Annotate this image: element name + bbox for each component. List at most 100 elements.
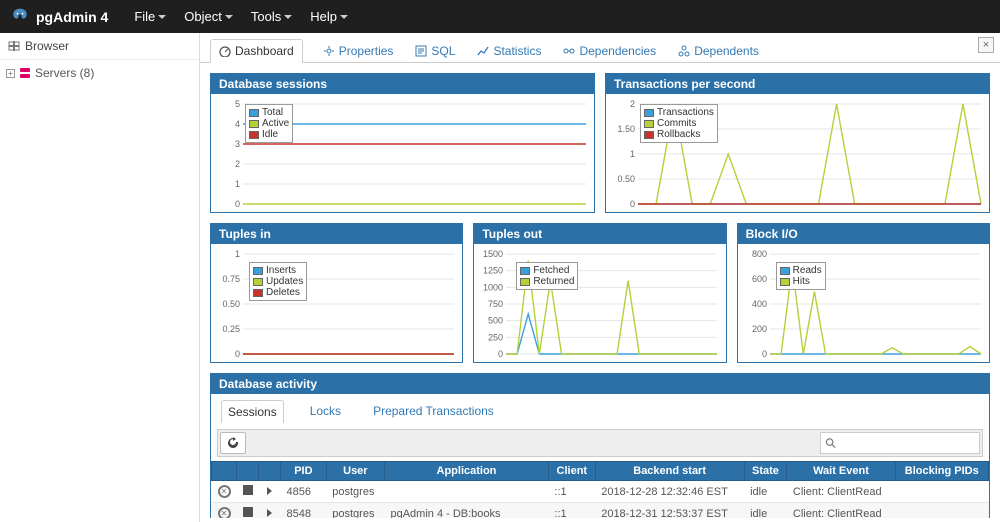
legend: Fetched Returned <box>516 262 578 290</box>
menu-object[interactable]: Object <box>184 9 233 24</box>
cell-state: idle <box>744 481 787 503</box>
dependents-icon <box>678 45 690 57</box>
menu-tools[interactable]: Tools <box>251 9 292 24</box>
cell-app <box>384 481 548 503</box>
svg-text:1: 1 <box>630 149 635 159</box>
tab-statistics[interactable]: Statistics <box>475 40 543 62</box>
dashboard-icon <box>219 45 231 57</box>
panel-title: Block I/O <box>738 224 989 244</box>
menu-file[interactable]: File <box>134 9 166 24</box>
chart-tuples-out: 0250500750100012501500 <box>478 248 721 358</box>
svg-text:0: 0 <box>498 349 503 358</box>
tree-node-servers[interactable]: + Servers (8) <box>6 64 193 82</box>
svg-text:5: 5 <box>235 99 240 109</box>
panel-sessions: Database sessions 012345 Total Active Id… <box>210 73 595 213</box>
col-header[interactable] <box>237 462 259 481</box>
subtab-prepared[interactable]: Prepared Transactions <box>367 400 500 423</box>
cancel-icon[interactable]: ✕ <box>218 507 231 518</box>
refresh-button[interactable] <box>220 432 246 454</box>
svg-text:400: 400 <box>752 299 767 309</box>
tree-node-label: Servers (8) <box>35 66 94 80</box>
terminate-icon[interactable] <box>243 485 253 495</box>
col-header[interactable]: PID <box>281 462 327 481</box>
table-row[interactable]: ✕ 4856 postgres ::1 2018-12-28 12:32:46 … <box>212 481 989 503</box>
panel-title: Tuples in <box>211 224 462 244</box>
cell-state: idle <box>744 503 787 519</box>
pgadmin-logo-icon <box>10 7 30 27</box>
tab-dashboard[interactable]: Dashboard <box>210 39 303 63</box>
svg-text:3: 3 <box>235 139 240 149</box>
search-box[interactable] <box>820 432 980 454</box>
cell-pid: 8548 <box>281 503 327 519</box>
expand-icon[interactable] <box>267 509 272 517</box>
close-panel-button[interactable]: × <box>978 37 994 53</box>
svg-text:2: 2 <box>630 99 635 109</box>
svg-text:0: 0 <box>235 349 240 358</box>
svg-text:200: 200 <box>752 324 767 334</box>
col-header[interactable] <box>212 462 237 481</box>
search-input[interactable] <box>836 437 975 449</box>
search-icon <box>825 437 836 449</box>
cell-user: postgres <box>326 481 384 503</box>
panel-tps: Transactions per second 00.5011.502 Tran… <box>605 73 990 213</box>
col-header[interactable]: User <box>326 462 384 481</box>
expand-icon[interactable] <box>267 487 272 495</box>
svg-text:250: 250 <box>488 332 503 342</box>
cell-start: 2018-12-28 12:32:46 EST <box>595 481 744 503</box>
menu-help[interactable]: Help <box>310 9 348 24</box>
legend: Inserts Updates Deletes <box>249 262 307 301</box>
cell-wait: Client: ClientRead <box>787 503 895 519</box>
cell-blocking <box>895 503 988 519</box>
tab-properties[interactable]: Properties <box>321 40 396 62</box>
col-header[interactable]: Backend start <box>595 462 744 481</box>
properties-icon <box>323 45 335 57</box>
svg-text:0.25: 0.25 <box>222 324 240 334</box>
tab-sql[interactable]: SQL <box>413 40 457 62</box>
sql-icon <box>415 45 427 57</box>
dependencies-icon <box>563 45 575 57</box>
refresh-icon <box>226 436 240 450</box>
svg-text:4: 4 <box>235 119 240 129</box>
tab-dependents[interactable]: Dependents <box>676 40 761 62</box>
main-menu: File Object Tools Help <box>134 9 348 24</box>
col-header[interactable]: State <box>744 462 787 481</box>
chevron-down-icon <box>158 15 166 19</box>
panel-tuples-in: Tuples in 00.250.500.751 Inserts Updates… <box>210 223 463 363</box>
terminate-icon[interactable] <box>243 507 253 517</box>
col-header[interactable]: Application <box>384 462 548 481</box>
chevron-down-icon <box>225 15 233 19</box>
panel-title: Transactions per second <box>606 74 989 94</box>
sessions-table: PIDUserApplicationClientBackend startSta… <box>211 461 989 518</box>
col-header[interactable]: Blocking PIDs <box>895 462 988 481</box>
browser-title: Browser <box>0 33 199 60</box>
table-row[interactable]: ✕ 8548 postgres pgAdmin 4 - DB:books ::1… <box>212 503 989 519</box>
cell-start: 2018-12-31 12:53:37 EST <box>595 503 744 519</box>
activity-toolbar <box>217 429 983 457</box>
panel-activity: Database activity Sessions Locks Prepare… <box>210 373 990 518</box>
cancel-icon[interactable]: ✕ <box>218 485 231 498</box>
browser-sidebar: Browser + Servers (8) <box>0 33 200 522</box>
col-header[interactable] <box>259 462 281 481</box>
activity-subtabs: Sessions Locks Prepared Transactions <box>211 394 989 429</box>
col-header[interactable]: Client <box>548 462 595 481</box>
subtab-sessions[interactable]: Sessions <box>221 400 284 423</box>
svg-text:800: 800 <box>752 249 767 259</box>
chevron-down-icon <box>284 15 292 19</box>
col-header[interactable]: Wait Event <box>787 462 895 481</box>
tab-dependencies[interactable]: Dependencies <box>561 40 658 62</box>
subtab-locks[interactable]: Locks <box>304 400 347 423</box>
cell-app: pgAdmin 4 - DB:books <box>384 503 548 519</box>
svg-text:0: 0 <box>762 349 767 358</box>
svg-text:1000: 1000 <box>483 282 503 292</box>
panel-title: Database activity <box>211 374 989 394</box>
chevron-down-icon <box>340 15 348 19</box>
browser-icon <box>8 40 20 52</box>
main-panel: Dashboard Properties SQL Statistics Depe… <box>200 33 1000 522</box>
svg-text:750: 750 <box>488 299 503 309</box>
panel-block-io: Block I/O 0200400600800 Reads Hits <box>737 223 990 363</box>
main-tabs: Dashboard Properties SQL Statistics Depe… <box>200 33 1000 63</box>
cell-client: ::1 <box>548 481 595 503</box>
tree-expand-icon[interactable]: + <box>6 69 15 78</box>
cell-wait: Client: ClientRead <box>787 481 895 503</box>
panel-tuples-out: Tuples out 0250500750100012501500 Fetche… <box>473 223 726 363</box>
